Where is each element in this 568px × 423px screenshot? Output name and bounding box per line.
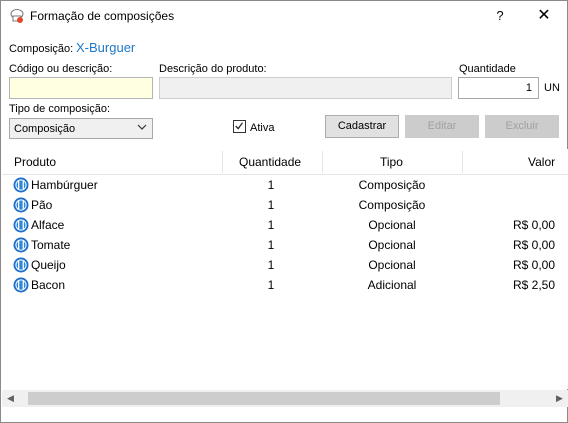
type-label: Tipo de composição: — [9, 103, 111, 115]
quantity-label: Quantidade — [459, 63, 516, 75]
cell-quantidade: 1 — [267, 278, 275, 292]
title-bar: Formação de composições ? ✕ — [1, 1, 567, 31]
cell-valor — [462, 195, 555, 215]
table-row[interactable]: Alface 1 Opcional R$ 0,00 — [2, 215, 568, 235]
table-row[interactable]: Queijo 1 Opcional R$ 0,00 — [2, 255, 568, 275]
cell-quantidade: 1 — [267, 178, 275, 192]
quantity-input[interactable]: 1 — [458, 77, 539, 99]
cell-valor: R$ 0,00 — [512, 238, 555, 252]
table-row[interactable]: Tomate 1 Opcional R$ 0,00 — [2, 235, 568, 255]
scroll-right-arrow-icon[interactable]: ▶ — [551, 390, 568, 407]
code-label: Código ou descrição: — [9, 63, 113, 75]
cutlery-icon — [13, 217, 29, 233]
column-divider[interactable] — [222, 151, 223, 173]
delete-button[interactable]: Excluir — [485, 115, 559, 138]
cutlery-icon — [13, 197, 29, 213]
register-button[interactable]: Cadastrar — [325, 115, 399, 138]
composition-table: Produto Quantidade Tipo Valor Hambúrguer… — [2, 149, 568, 389]
cell-produto: Pão — [31, 198, 53, 212]
description-label: Descrição do produto: — [159, 63, 267, 75]
cell-produto: Bacon — [31, 278, 66, 292]
table-row[interactable]: Hambúrguer 1 Composição — [2, 175, 568, 195]
active-label: Ativa — [250, 122, 275, 134]
composition-dialog: Formação de composições ? ✕ Composição: … — [0, 0, 568, 423]
column-header-tipo[interactable]: Tipo — [380, 149, 403, 175]
composition-type-select[interactable]: Composição — [9, 118, 153, 139]
cell-valor: R$ 0,00 — [512, 218, 555, 232]
unit-label: UN — [544, 82, 560, 94]
cutlery-icon — [13, 177, 29, 193]
close-button[interactable]: ✕ — [529, 4, 559, 28]
checkmark-icon — [235, 122, 243, 130]
cutlery-icon — [13, 277, 29, 293]
cell-tipo: Opcional — [368, 258, 416, 272]
cell-produto: Tomate — [31, 238, 71, 252]
cell-quantidade: 1 — [267, 238, 275, 252]
table-header: Produto Quantidade Tipo Valor — [2, 149, 568, 175]
column-header-quantidade[interactable]: Quantidade — [239, 149, 301, 175]
cell-quantidade: 1 — [267, 218, 275, 232]
edit-button[interactable]: Editar — [405, 115, 479, 138]
cell-valor — [462, 175, 555, 195]
cutlery-icon — [13, 257, 29, 273]
horizontal-scrollbar[interactable]: ◀ ▶ — [2, 390, 568, 407]
cell-valor: R$ 0,00 — [512, 258, 555, 272]
composition-type-value: Composição — [14, 123, 76, 135]
scrollbar-thumb[interactable] — [28, 392, 500, 405]
cell-tipo: Opcional — [368, 218, 416, 232]
table-row[interactable]: Bacon 1 Adicional R$ 2,50 — [2, 275, 568, 295]
cutlery-icon — [13, 237, 29, 253]
column-header-produto[interactable]: Produto — [14, 149, 56, 175]
cell-quantidade: 1 — [267, 198, 275, 212]
help-button[interactable]: ? — [486, 4, 514, 28]
column-divider[interactable] — [462, 151, 463, 173]
chef-hat-icon — [10, 9, 24, 23]
composition-label: Composição: — [9, 43, 74, 55]
cell-tipo: Composição — [358, 198, 426, 212]
chevron-down-icon — [137, 124, 147, 130]
composition-name: X-Burguer — [76, 40, 136, 55]
cell-tipo: Adicional — [367, 278, 417, 292]
active-checkbox[interactable] — [233, 120, 246, 133]
column-divider[interactable] — [322, 151, 323, 173]
table-row[interactable]: Pão 1 Composição — [2, 195, 568, 215]
cell-quantidade: 1 — [267, 258, 275, 272]
cell-valor: R$ 2,50 — [512, 278, 555, 292]
cell-produto: Alface — [31, 218, 65, 232]
cell-produto: Hambúrguer — [31, 178, 98, 192]
cell-produto: Queijo — [31, 258, 66, 272]
description-field — [159, 77, 452, 99]
window-title: Formação de composições — [30, 9, 175, 23]
cell-tipo: Opcional — [368, 238, 416, 252]
scroll-left-arrow-icon[interactable]: ◀ — [2, 390, 19, 407]
code-input[interactable] — [9, 77, 153, 99]
cell-tipo: Composição — [358, 178, 426, 192]
column-header-valor[interactable]: Valor — [528, 149, 555, 175]
